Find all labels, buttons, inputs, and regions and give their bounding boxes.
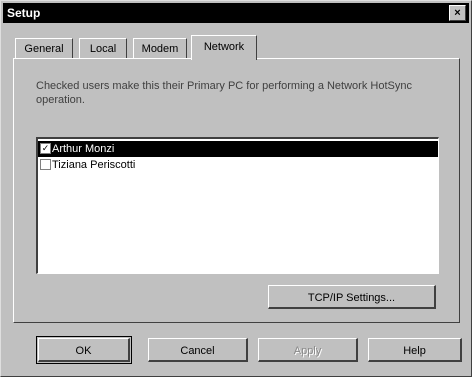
- window-title: Setup: [7, 6, 41, 20]
- user-name: Arthur Monzi: [52, 143, 115, 155]
- list-item[interactable]: ✓ Arthur Monzi: [38, 141, 438, 157]
- setup-dialog: Setup × General Local Modem Network Chec…: [0, 0, 472, 377]
- tab-local[interactable]: Local: [79, 38, 127, 59]
- ok-button[interactable]: OK: [38, 338, 130, 362]
- help-button[interactable]: Help: [368, 338, 462, 362]
- network-description: Checked users make this their Primary PC…: [36, 80, 412, 106]
- user-checkbox[interactable]: ✓: [40, 143, 51, 154]
- network-tab-panel: Checked users make this their Primary PC…: [13, 58, 460, 323]
- tab-modem[interactable]: Modem: [133, 38, 187, 59]
- cancel-button[interactable]: Cancel: [148, 338, 248, 362]
- tab-general[interactable]: General: [15, 38, 73, 59]
- close-icon[interactable]: ×: [449, 5, 466, 21]
- tab-network[interactable]: Network: [191, 35, 257, 60]
- title-bar[interactable]: Setup ×: [3, 3, 469, 23]
- apply-button[interactable]: Apply: [258, 338, 358, 362]
- user-name: Tiziana Periscotti: [52, 159, 136, 171]
- user-list[interactable]: ✓ Arthur Monzi Tiziana Periscotti: [36, 137, 439, 274]
- list-item[interactable]: Tiziana Periscotti: [38, 157, 438, 173]
- user-checkbox[interactable]: [40, 159, 51, 170]
- tcpip-settings-button[interactable]: TCP/IP Settings...: [268, 285, 436, 309]
